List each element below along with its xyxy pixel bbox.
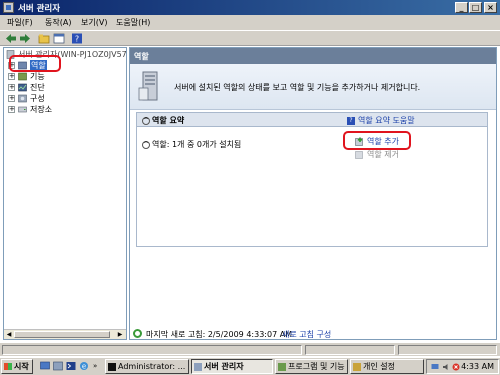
add-roles-link[interactable]: 역할 추가 (355, 136, 399, 147)
configure-refresh-link[interactable]: 새로 고침 구성 (282, 329, 331, 340)
folder-up-icon[interactable] (38, 33, 50, 44)
svg-text:e: e (82, 363, 86, 371)
minimize-button[interactable]: _ (455, 2, 468, 13)
task-personalize[interactable]: 개인 설정 (350, 359, 424, 374)
scroll-right-icon[interactable]: ▶ (116, 331, 124, 338)
scrollbar-thumb[interactable] (14, 331, 110, 338)
svg-text:?: ? (75, 35, 79, 44)
expand-icon[interactable]: + (8, 62, 15, 69)
pane-title: 역할 (134, 52, 149, 61)
system-tray: 4:33 AM (426, 359, 499, 374)
powershell-icon[interactable] (66, 361, 76, 371)
task-administrator[interactable]: Administrator: ... (105, 359, 189, 374)
menu-file[interactable]: 파일(F) (7, 17, 33, 28)
details-pane: 역할 서버에 설치된 역할의 상태를 보고 역할 및 기능을 추가하거나 제거합… (129, 47, 497, 340)
taskbar: 시작 e » Administrator: ... 서버 관리자 프로그램 및 … (0, 357, 500, 375)
personalize-icon (353, 363, 361, 371)
tree-item-label: 구성 (30, 94, 45, 103)
status-cell (398, 345, 497, 355)
refresh-icon (133, 329, 142, 338)
roles-summary-header[interactable]: ^ 역할 요약 ? 역할 요약 도움말 (137, 113, 487, 127)
task-programs-features[interactable]: 프로그램 및 기능 (275, 359, 348, 374)
tree-item-label: 기능 (30, 72, 45, 81)
forward-arrow-icon[interactable] (19, 33, 31, 44)
roles-banner: 서버에 설치된 역할의 상태를 보고 역할 및 기능을 추가하거나 제거합니다. (130, 64, 496, 110)
collapse-icon[interactable]: ^ (142, 140, 150, 149)
server-manager-icon (3, 2, 14, 13)
close-button[interactable]: × (484, 2, 497, 13)
remove-roles-link: 역할 제거 (355, 149, 399, 160)
roles-status-value: 1개 중 0개가 설치됨 (171, 140, 242, 149)
programs-icon (278, 363, 286, 371)
internet-explorer-icon[interactable]: e (79, 361, 89, 371)
roles-summary-help-link[interactable]: ? 역할 요약 도움말 (347, 115, 415, 126)
last-refresh-text: 마지막 새로 고침: 2/5/2009 4:33:07 AM (146, 330, 293, 339)
tree-item-label: 역할 (30, 60, 47, 71)
help-icon[interactable]: ? (71, 33, 83, 44)
scroll-left-icon[interactable]: ◀ (5, 331, 13, 338)
expand-icon[interactable]: + (8, 95, 15, 102)
diagnostics-icon (18, 83, 27, 92)
cmd-icon (108, 363, 116, 371)
tree-item-roles[interactable]: + 역할 (7, 60, 117, 71)
add-roles-icon (355, 137, 363, 146)
menu-view[interactable]: 보기(V) (81, 17, 107, 28)
status-cell (305, 345, 395, 355)
roles-status-label: 역할: (152, 140, 170, 149)
quicklaunch-overflow-icon[interactable]: » (93, 362, 97, 370)
roles-summary-title: 역할 요약 (152, 116, 185, 125)
server-icon (6, 50, 15, 59)
pane-header: 역할 (130, 48, 496, 64)
refresh-status: 마지막 새로 고침: 2/5/2009 4:33:07 AM 새로 고침 구성 (130, 328, 496, 340)
expand-icon[interactable]: + (8, 84, 15, 91)
server-manager-quicklaunch-icon[interactable] (53, 361, 63, 371)
server-manager-icon (194, 363, 202, 371)
clock[interactable]: 4:33 AM (461, 362, 494, 371)
properties-icon[interactable] (53, 33, 65, 44)
menu-help[interactable]: 도움말(H) (116, 17, 150, 28)
horizontal-scrollbar[interactable]: ◀ ▶ (4, 329, 126, 339)
storage-icon (18, 106, 27, 113)
window-title: 서버 관리자 (18, 4, 61, 14)
volume-icon[interactable] (442, 363, 450, 371)
status-cell (2, 345, 302, 355)
title-bar[interactable]: 서버 관리자 _ □ × (0, 0, 500, 15)
expand-icon[interactable]: + (8, 73, 15, 80)
menu-action[interactable]: 동작(A) (45, 17, 71, 28)
configuration-icon (18, 94, 27, 103)
collapse-icon[interactable]: ^ (142, 116, 150, 125)
remove-roles-icon (355, 151, 363, 159)
tree-root-label: 서버 관리자(WIN-PJ1OZ0JV57 (18, 50, 127, 59)
roles-summary-section: ^ 역할 요약 ? 역할 요약 도움말 ^ 역할: 1개 중 0개가 설치됨 역할 추… (136, 112, 488, 247)
windows-logo-icon (4, 363, 12, 370)
banner-description: 서버에 설치된 역할의 상태를 보고 역할 및 기능을 추가하거나 제거합니다. (174, 83, 421, 92)
expand-icon[interactable]: + (8, 106, 15, 113)
maximize-button[interactable]: □ (469, 2, 482, 13)
server-tower-icon (138, 71, 158, 101)
tree-item-label: 저장소 (30, 105, 53, 114)
network-icon[interactable] (431, 363, 439, 371)
window-status-bar (0, 342, 500, 356)
features-icon (18, 72, 27, 81)
start-button[interactable]: 시작 (1, 359, 33, 374)
back-arrow-icon[interactable] (5, 33, 17, 44)
task-server-manager[interactable]: 서버 관리자 (191, 359, 273, 374)
tree-item-label: 진단 (30, 83, 45, 92)
toolbar: ? (0, 30, 500, 46)
roles-status: ^ 역할: 1개 중 0개가 설치됨 (142, 139, 241, 150)
help-icon: ? (347, 116, 355, 125)
navigation-tree[interactable]: 서버 관리자(WIN-PJ1OZ0JV57 + 역할 + 기능 + 진단 + 구… (3, 47, 127, 340)
roles-icon (18, 61, 27, 70)
security-alert-icon[interactable] (452, 363, 460, 371)
menu-bar: 파일(F) 동작(A) 보기(V) 도움말(H) (0, 15, 500, 30)
show-desktop-icon[interactable] (40, 361, 50, 371)
